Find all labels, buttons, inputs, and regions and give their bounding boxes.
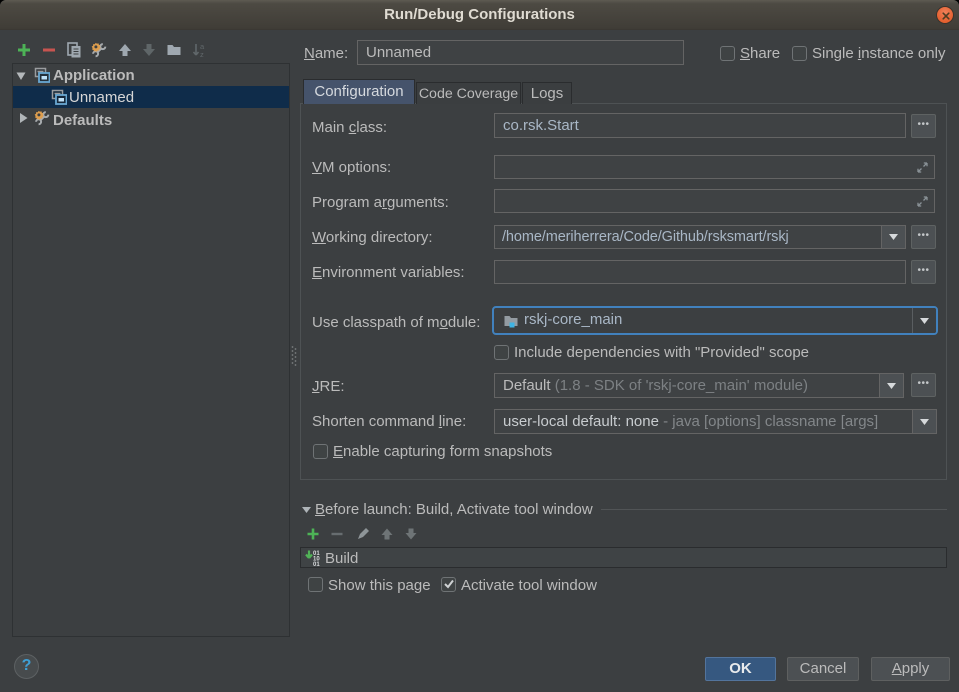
svg-text:z: z	[200, 50, 204, 58]
svg-text:01: 01	[313, 562, 320, 566]
